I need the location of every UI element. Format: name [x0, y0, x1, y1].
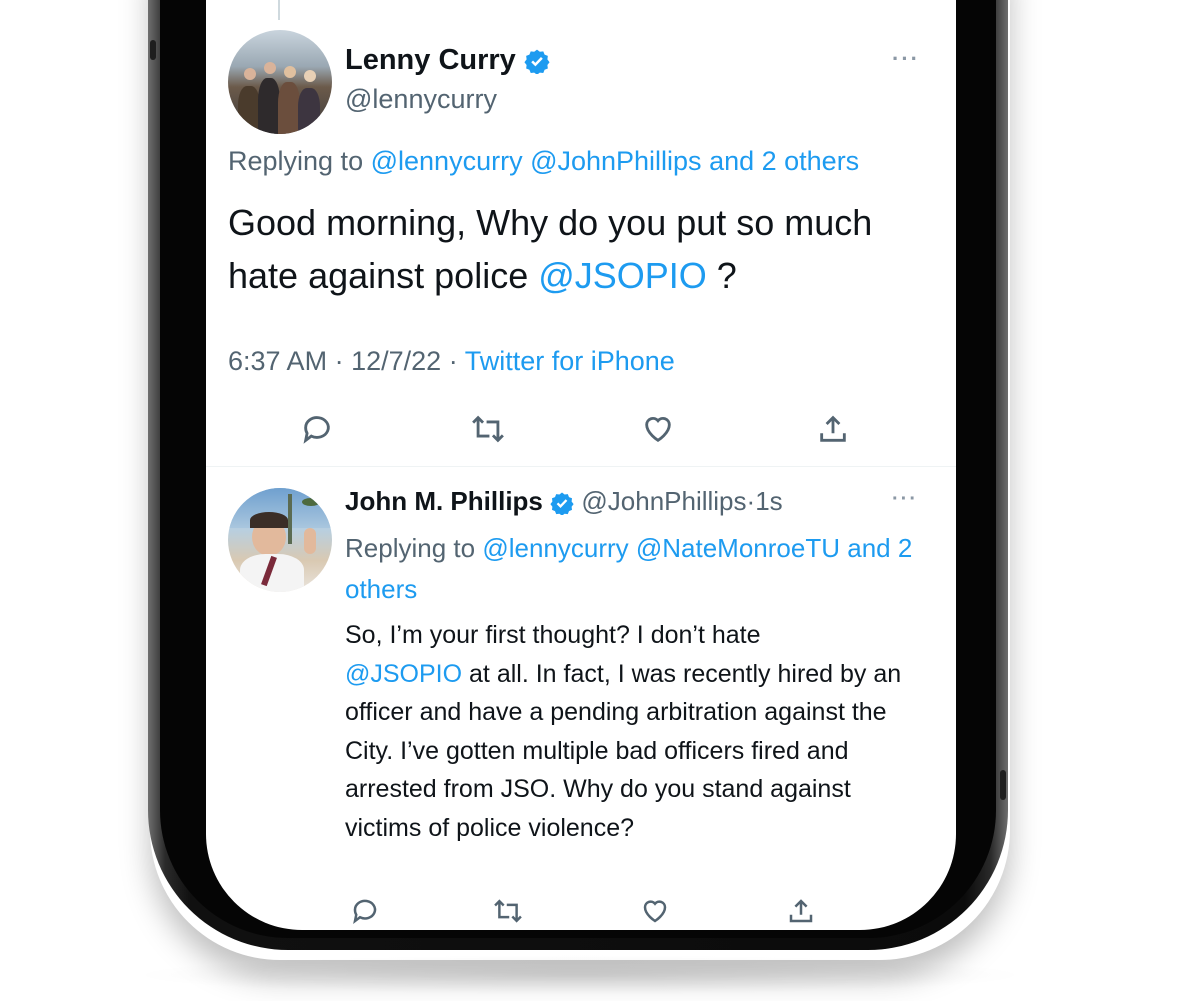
- verified-badge-icon: [524, 49, 550, 75]
- replying-to: Replying to @lennycurry @NateMonroeTU an…: [345, 528, 935, 610]
- author-name-text[interactable]: Lenny Curry: [345, 44, 516, 76]
- tweet-source[interactable]: Twitter for iPhone: [465, 346, 675, 376]
- author-name-text[interactable]: John M. Phillips: [345, 486, 543, 516]
- share-icon[interactable]: [786, 896, 816, 926]
- more-options-icon[interactable]: ···: [892, 46, 920, 72]
- meta-separator: ·: [746, 486, 756, 516]
- tweet-text-main: So, I’m your first thought? I don’t hate: [345, 621, 761, 649]
- avatar[interactable]: [228, 488, 332, 592]
- tweet-time[interactable]: 6:37 AM: [228, 346, 327, 376]
- retweet-icon[interactable]: [492, 896, 524, 926]
- replying-prefix: Replying to: [345, 533, 476, 563]
- share-icon[interactable]: [816, 412, 850, 446]
- like-icon[interactable]: [640, 896, 670, 926]
- replying-mentions[interactable]: @lennycurry @NateMonroeTU: [482, 533, 840, 563]
- replying-prefix: Replying to: [228, 146, 364, 176]
- author-name[interactable]: John M. Phillips @JohnPhillips·1s: [345, 486, 783, 517]
- phone-screen: Lenny Curry @lennycurry ··· Replying to …: [206, 0, 956, 930]
- reply-icon[interactable]: [300, 412, 334, 446]
- verified-badge-icon: [550, 492, 574, 516]
- phone-ground-shadow: [130, 955, 1030, 995]
- tweet-date[interactable]: 12/7/22: [351, 346, 441, 376]
- tweet-text-end: ?: [706, 255, 737, 296]
- retweet-icon[interactable]: [469, 412, 507, 446]
- tweet-divider: [206, 466, 956, 467]
- replying-others[interactable]: and 2 others: [709, 146, 859, 176]
- main-tweet[interactable]: Lenny Curry @lennycurry ··· Replying to …: [206, 0, 956, 466]
- tweet-text: Good morning, Why do you put so much hat…: [228, 196, 928, 302]
- meta-separator: ·: [334, 346, 344, 376]
- replying-mentions[interactable]: @lennycurry @JohnPhillips: [371, 146, 702, 176]
- author-handle[interactable]: @JohnPhillips: [581, 486, 746, 516]
- author-handle[interactable]: @lennycurry: [345, 84, 497, 115]
- tweet-meta: 6:37 AM · 12/7/22 · Twitter for iPhone: [228, 346, 675, 377]
- phone-side-button-right: [1000, 770, 1006, 800]
- tweet-mention-link[interactable]: @JSOPIO: [538, 255, 707, 296]
- more-options-icon[interactable]: ···: [892, 488, 918, 511]
- phone-side-button-left: [150, 40, 156, 60]
- replying-to: Replying to @lennycurry @JohnPhillips an…: [228, 146, 859, 177]
- tweet-text: So, I’m your first thought? I don’t hate…: [345, 616, 925, 847]
- reply-icon[interactable]: [350, 896, 380, 926]
- author-name[interactable]: Lenny Curry: [345, 44, 550, 77]
- like-icon[interactable]: [640, 412, 676, 446]
- avatar[interactable]: [228, 30, 332, 134]
- tweet-mention-link[interactable]: @JSOPIO: [345, 660, 462, 688]
- meta-separator: ·: [448, 346, 458, 376]
- tweet-time-ago[interactable]: 1s: [755, 486, 782, 516]
- thread-connector-line: [278, 0, 280, 20]
